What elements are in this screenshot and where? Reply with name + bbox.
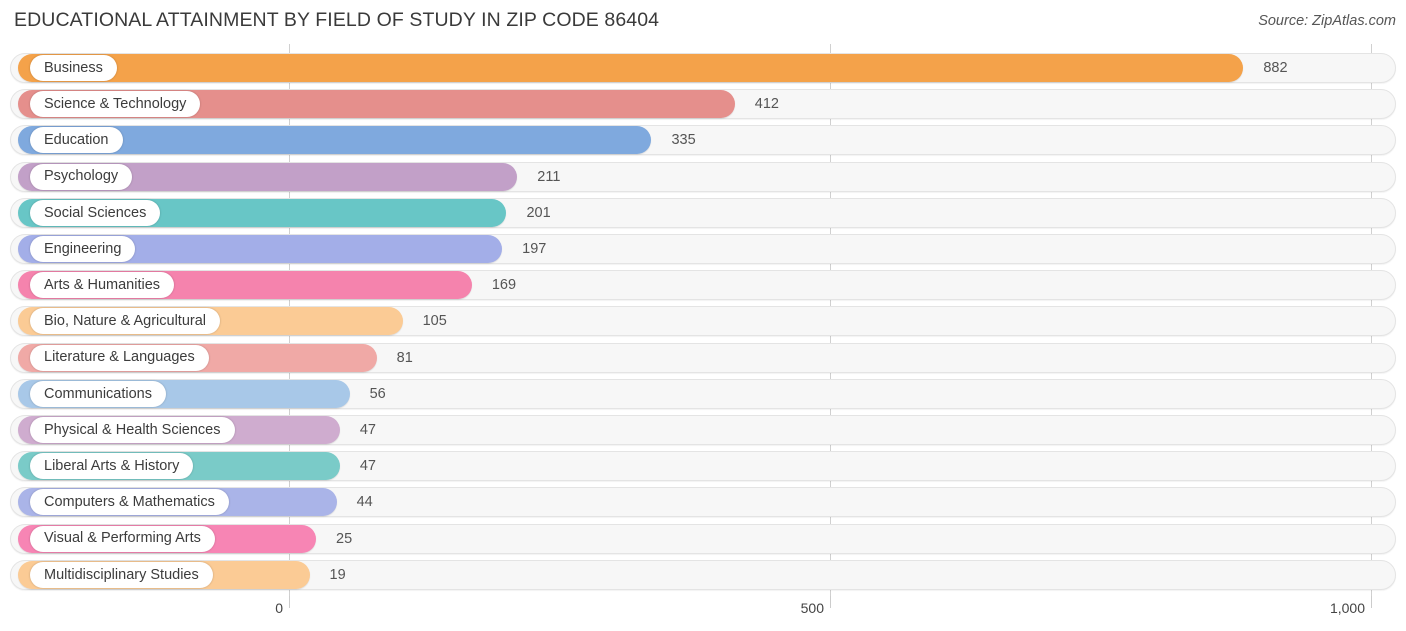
category-label: Communications [44, 385, 152, 402]
category-label: Psychology [44, 168, 119, 185]
bar-row[interactable]: Multidisciplinary Studies 19 [10, 559, 1396, 590]
value-label: 197 [522, 241, 547, 257]
value-label: 882 [1263, 60, 1288, 76]
bar-row[interactable]: Arts & Humanities 169 [10, 270, 1396, 301]
category-label: Physical & Health Sciences [44, 421, 221, 438]
category-label: Computers & Mathematics [44, 494, 215, 511]
category-label: Literature & Languages [44, 349, 195, 366]
category-pill[interactable]: Communications [30, 380, 166, 407]
bar-row[interactable]: Psychology 211 [10, 161, 1396, 192]
x-axis: 0 500 1,000 [0, 596, 1406, 631]
bar-row[interactable]: Computers & Mathematics 44 [10, 487, 1396, 518]
chart-plot-area: Business 882 Science & Technology 412 Educat… [0, 44, 1406, 596]
bar-row[interactable]: Physical & Health Sciences 47 [10, 415, 1396, 445]
chart-header: EDUCATIONAL ATTAINMENT BY FIELD OF STUDY… [0, 0, 1406, 44]
bar-row[interactable]: Visual & Performing Arts 25 [10, 523, 1396, 554]
axis-tick [1371, 596, 1372, 608]
value-label: 25 [336, 530, 353, 547]
value-label: 19 [329, 566, 346, 583]
category-pill[interactable]: Liberal Arts & History [30, 453, 194, 480]
value-bar[interactable] [18, 54, 1244, 82]
value-label: 44 [356, 494, 373, 511]
bar-row[interactable]: Education 335 [10, 125, 1396, 156]
category-pill[interactable]: Computers & Mathematics [30, 489, 229, 516]
category-pill[interactable]: Social Sciences [30, 199, 161, 226]
value-label: 211 [537, 168, 561, 185]
bar-row[interactable]: Liberal Arts & History 47 [10, 451, 1396, 482]
value-label: 201 [526, 204, 551, 221]
category-label: Arts & Humanities [44, 276, 161, 293]
value-label: 169 [491, 277, 517, 294]
bar-row[interactable]: Literature & Languages 81 [10, 342, 1396, 373]
category-pill[interactable]: Arts & Humanities [30, 272, 175, 299]
value-label: 56 [369, 385, 386, 402]
bar-row[interactable]: Social Sciences 201 [10, 197, 1396, 228]
category-pill[interactable]: Visual & Performing Arts [30, 525, 215, 552]
value-label: 47 [359, 458, 376, 475]
axis-tick-label: 500 [800, 600, 824, 616]
bar-row[interactable]: Communications 56 [10, 378, 1396, 409]
category-label: Bio, Nature & Agricultural [44, 313, 206, 330]
category-pill[interactable]: Business [30, 55, 117, 81]
value-label: 81 [396, 349, 413, 366]
value-label: 47 [359, 422, 376, 438]
value-label: 105 [422, 313, 447, 330]
category-label: Business [44, 59, 103, 76]
value-label: 335 [671, 132, 696, 149]
bar-row[interactable]: Bio, Nature & Agricultural 105 [10, 306, 1396, 337]
category-label: Engineering [44, 240, 122, 257]
bar-row[interactable]: Business 882 [10, 53, 1396, 83]
category-label: Social Sciences [44, 204, 147, 221]
category-label: Education [44, 132, 109, 149]
axis-tick [289, 596, 290, 608]
axis-tick [830, 596, 831, 608]
category-pill[interactable]: Psychology [30, 163, 133, 190]
category-label: Visual & Performing Arts [44, 530, 201, 547]
value-label: 412 [754, 96, 779, 113]
source-attribution: Source: ZipAtlas.com [1258, 13, 1396, 29]
page-title: EDUCATIONAL ATTAINMENT BY FIELD OF STUDY… [14, 9, 660, 31]
bar-row[interactable]: Engineering 197 [10, 234, 1396, 264]
bar-rows: Business 882 Science & Technology 412 Educat… [0, 44, 1406, 596]
axis-tick-label: 1,000 [1329, 600, 1365, 616]
category-label: Science & Technology [44, 95, 187, 112]
category-pill[interactable]: Education [30, 127, 123, 154]
category-pill[interactable]: Science & Technology [30, 91, 201, 118]
category-pill[interactable]: Physical & Health Sciences [30, 417, 235, 443]
category-pill[interactable]: Literature & Languages [30, 344, 209, 371]
category-label: Liberal Arts & History [44, 457, 180, 474]
category-pill[interactable]: Bio, Nature & Agricultural [30, 308, 220, 335]
category-pill[interactable]: Engineering [30, 236, 136, 262]
category-label: Multidisciplinary Studies [44, 566, 199, 583]
category-pill[interactable]: Multidisciplinary Studies [30, 561, 213, 588]
axis-tick-label: 0 [275, 600, 283, 616]
bar-row[interactable]: Science & Technology 412 [10, 89, 1396, 120]
